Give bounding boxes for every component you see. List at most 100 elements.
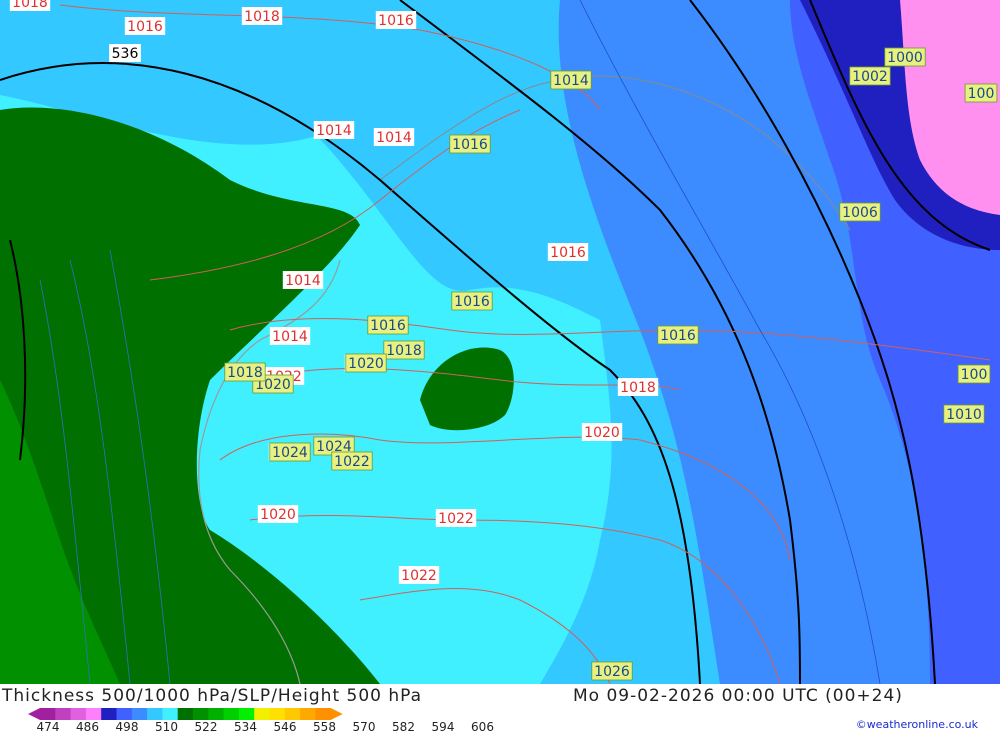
legend-tick-label: 606: [471, 720, 494, 733]
legend-tick-label: 570: [353, 720, 376, 733]
label-text: 1014: [272, 329, 308, 345]
label-text: 1022: [401, 568, 437, 584]
label-text: 1018: [227, 365, 263, 381]
label-text: 1016: [378, 13, 414, 29]
legend-tick-label: 546: [274, 720, 297, 733]
thickness-map: 1018 1016 1018 1016 1014 1014 1014 1016 1018 1022…: [0, 0, 1000, 684]
pressure-label: 1018: [9, 0, 51, 11]
pressure-label: 1016: [451, 291, 493, 311]
legend-swatch: [101, 708, 117, 720]
legend-swatch: [40, 708, 56, 720]
pressure-label: 1006: [839, 202, 881, 222]
legend-swatch: [300, 708, 316, 720]
legend-swatch: [55, 708, 72, 720]
pressure-label: 1022: [435, 509, 477, 527]
legend-arrow-right: [330, 708, 343, 720]
label-text: 1016: [452, 137, 488, 153]
height-labels: 536: [109, 44, 141, 62]
pressure-label: 1018: [617, 378, 659, 396]
legend-tick-label: 558: [313, 720, 336, 733]
pressure-label: 1016: [547, 243, 589, 261]
footer: Thickness 500/1000 hPa/SLP/Height 500 hP…: [0, 684, 1000, 733]
label-text: 1014: [553, 73, 589, 89]
label-text: 1014: [285, 273, 321, 289]
pressure-label: 1024: [269, 442, 311, 462]
pressure-label: 1020: [581, 423, 623, 441]
pressure-label: 1016: [375, 11, 417, 29]
legend-swatch: [254, 708, 270, 720]
pressure-label: 1022: [398, 566, 440, 584]
pressure-label: 1016: [367, 315, 409, 335]
legend-tick-label: 486: [76, 720, 99, 733]
label-text: 1018: [386, 343, 422, 359]
pressure-label: 1000: [884, 47, 926, 67]
legend-swatch: [162, 708, 179, 720]
pressure-label: 1014: [282, 271, 324, 289]
legend-swatch: [238, 708, 255, 720]
chart-valid-time: Mo 09-02-2026 00:00 UTC (00+24): [573, 686, 903, 706]
label-text: 1016: [127, 19, 163, 35]
pressure-label: 100: [957, 364, 991, 384]
label-text: 1020: [260, 507, 296, 523]
legend-tick-label: 534: [234, 720, 257, 733]
legend-tick-label: 522: [195, 720, 218, 733]
label-text: 1022: [438, 511, 474, 527]
legend-swatch: [269, 708, 286, 720]
label-text: 1014: [316, 123, 352, 139]
pressure-label: 1018: [241, 7, 283, 25]
pressure-label: 1020: [257, 505, 299, 523]
legend-swatch: [193, 708, 209, 720]
label-text: 1000: [887, 50, 923, 66]
color-legend: 474 486 498 510 522 534 546 558 570 582 594 606: [28, 708, 494, 733]
pressure-label: 1020: [345, 353, 387, 373]
pressure-label: 1014: [550, 70, 592, 90]
legend-swatch: [116, 708, 133, 720]
pressure-label: 1014: [313, 121, 355, 139]
label-text: 1022: [334, 454, 370, 470]
pressure-label: 100: [964, 83, 998, 103]
label-text: 1014: [376, 130, 412, 146]
legend-swatch: [147, 708, 163, 720]
pressure-label: 1018: [224, 362, 266, 382]
legend-swatch: [70, 708, 87, 720]
label-text: 536: [112, 46, 139, 62]
label-text: 1024: [272, 445, 308, 461]
legend-tick-label: 510: [155, 720, 178, 733]
legend-tick-label: 498: [116, 720, 139, 733]
legend-arrow-left: [28, 708, 40, 720]
label-text: 1016: [370, 318, 406, 334]
label-text: 1016: [454, 294, 490, 310]
pressure-label: 1010: [943, 404, 985, 424]
label-text: 1020: [584, 425, 620, 441]
legend-swatch: [177, 708, 194, 720]
label-text: 100: [961, 367, 988, 383]
pressure-label: 536: [109, 44, 141, 62]
pressure-label: 1016: [449, 134, 491, 154]
legend-swatch: [315, 708, 332, 720]
pressure-label: 1016: [657, 325, 699, 345]
label-text: 1026: [594, 664, 630, 680]
credit-text: ©weatheronline.co.uk: [855, 718, 978, 731]
pressure-label: 1014: [373, 128, 415, 146]
label-text: 1002: [852, 69, 888, 85]
label-text: 1016: [550, 245, 586, 261]
pressure-label: 1026: [591, 661, 633, 681]
label-text: 1006: [842, 205, 878, 221]
legend-swatch: [284, 708, 301, 720]
label-text: 1020: [348, 356, 384, 372]
legend-swatch: [131, 708, 148, 720]
pressure-label: 1014: [269, 327, 311, 345]
label-text: 1018: [12, 0, 48, 11]
legend-swatch: [223, 708, 240, 720]
label-text: 100: [968, 86, 995, 102]
legend-tick-label: 594: [432, 720, 455, 733]
label-text: 1018: [244, 9, 280, 25]
label-text: 1016: [660, 328, 696, 344]
legend-swatch: [85, 708, 102, 720]
pressure-label: 1022: [331, 451, 373, 471]
label-text: 1010: [946, 407, 982, 423]
legend-swatch: [208, 708, 225, 720]
legend-tick-label: 582: [392, 720, 415, 733]
pressure-label: 1002: [849, 66, 891, 86]
legend-tick-label: 474: [37, 720, 60, 733]
